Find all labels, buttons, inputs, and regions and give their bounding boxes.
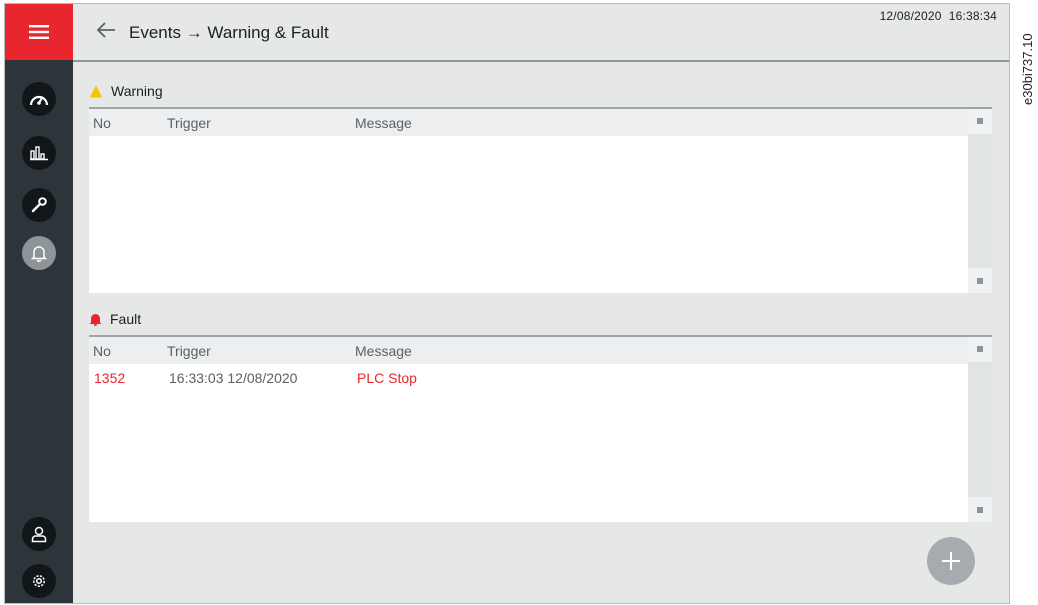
fault-table: No Trigger Message 1352 16:33:03 12/08/2… (89, 335, 992, 522)
fault-no: 1352 (94, 370, 126, 386)
warning-scrollbar[interactable] (968, 109, 992, 293)
column-header-trigger: Trigger (167, 343, 211, 359)
user-icon (31, 526, 47, 543)
column-header-message: Message (355, 115, 412, 131)
sidebar-item-settings[interactable] (22, 564, 56, 598)
fault-trigger: 16:33:03 12/08/2020 (169, 370, 298, 386)
scroll-up-indicator[interactable] (977, 346, 983, 352)
fault-section-title: Fault (89, 311, 141, 327)
column-header-no: No (93, 343, 111, 359)
warning-triangle-icon (89, 85, 103, 97)
warning-section-title: Warning (89, 83, 163, 99)
table-row[interactable]: 1352 16:33:03 12/08/2020 PLC Stop (89, 364, 992, 394)
fault-title: Fault (110, 311, 142, 327)
wrench-icon (31, 197, 47, 213)
sidebar-item-trends[interactable] (22, 136, 56, 170)
add-button[interactable] (927, 537, 975, 585)
fault-message: PLC Stop (357, 370, 417, 386)
gauge-icon (29, 95, 49, 106)
scroll-up-indicator[interactable] (977, 118, 983, 124)
sidebar-item-maintenance[interactable] (22, 188, 56, 222)
bell-alert-icon (89, 314, 102, 326)
document-id-text: e30bi737.10 (1020, 33, 1035, 105)
fault-table-header: No Trigger Message (89, 337, 992, 364)
plus-icon (942, 552, 960, 570)
warning-table-header: No Trigger Message (89, 109, 992, 136)
sidebar-item-user[interactable] (22, 517, 56, 551)
scroll-down-indicator[interactable] (977, 278, 983, 284)
header-bar: Events → Warning & Fault 12/08/2020 16:3… (73, 4, 1009, 62)
column-header-no: No (93, 115, 111, 131)
hamburger-icon (29, 25, 49, 39)
column-header-trigger: Trigger (167, 115, 211, 131)
breadcrumb: Events → Warning & Fault (129, 23, 329, 42)
column-header-message: Message (355, 343, 412, 359)
chart-icon (30, 146, 48, 161)
back-arrow-icon[interactable] (95, 21, 117, 39)
fault-scrollbar[interactable] (968, 337, 992, 522)
sidebar (5, 60, 73, 603)
datetime-display: 12/08/2020 16:38:34 (879, 9, 997, 23)
document-id-label: e30bi737.10 (1020, 33, 1035, 105)
menu-button[interactable] (5, 4, 73, 60)
app-window: Events → Warning & Fault 12/08/2020 16:3… (4, 3, 1010, 604)
warning-table: No Trigger Message (89, 107, 992, 293)
scroll-down-indicator[interactable] (977, 507, 983, 513)
sidebar-item-dashboard[interactable] (22, 82, 56, 116)
gear-icon (33, 575, 45, 587)
sidebar-item-events[interactable] (22, 236, 56, 270)
bell-icon (31, 246, 47, 262)
warning-title: Warning (111, 83, 163, 99)
